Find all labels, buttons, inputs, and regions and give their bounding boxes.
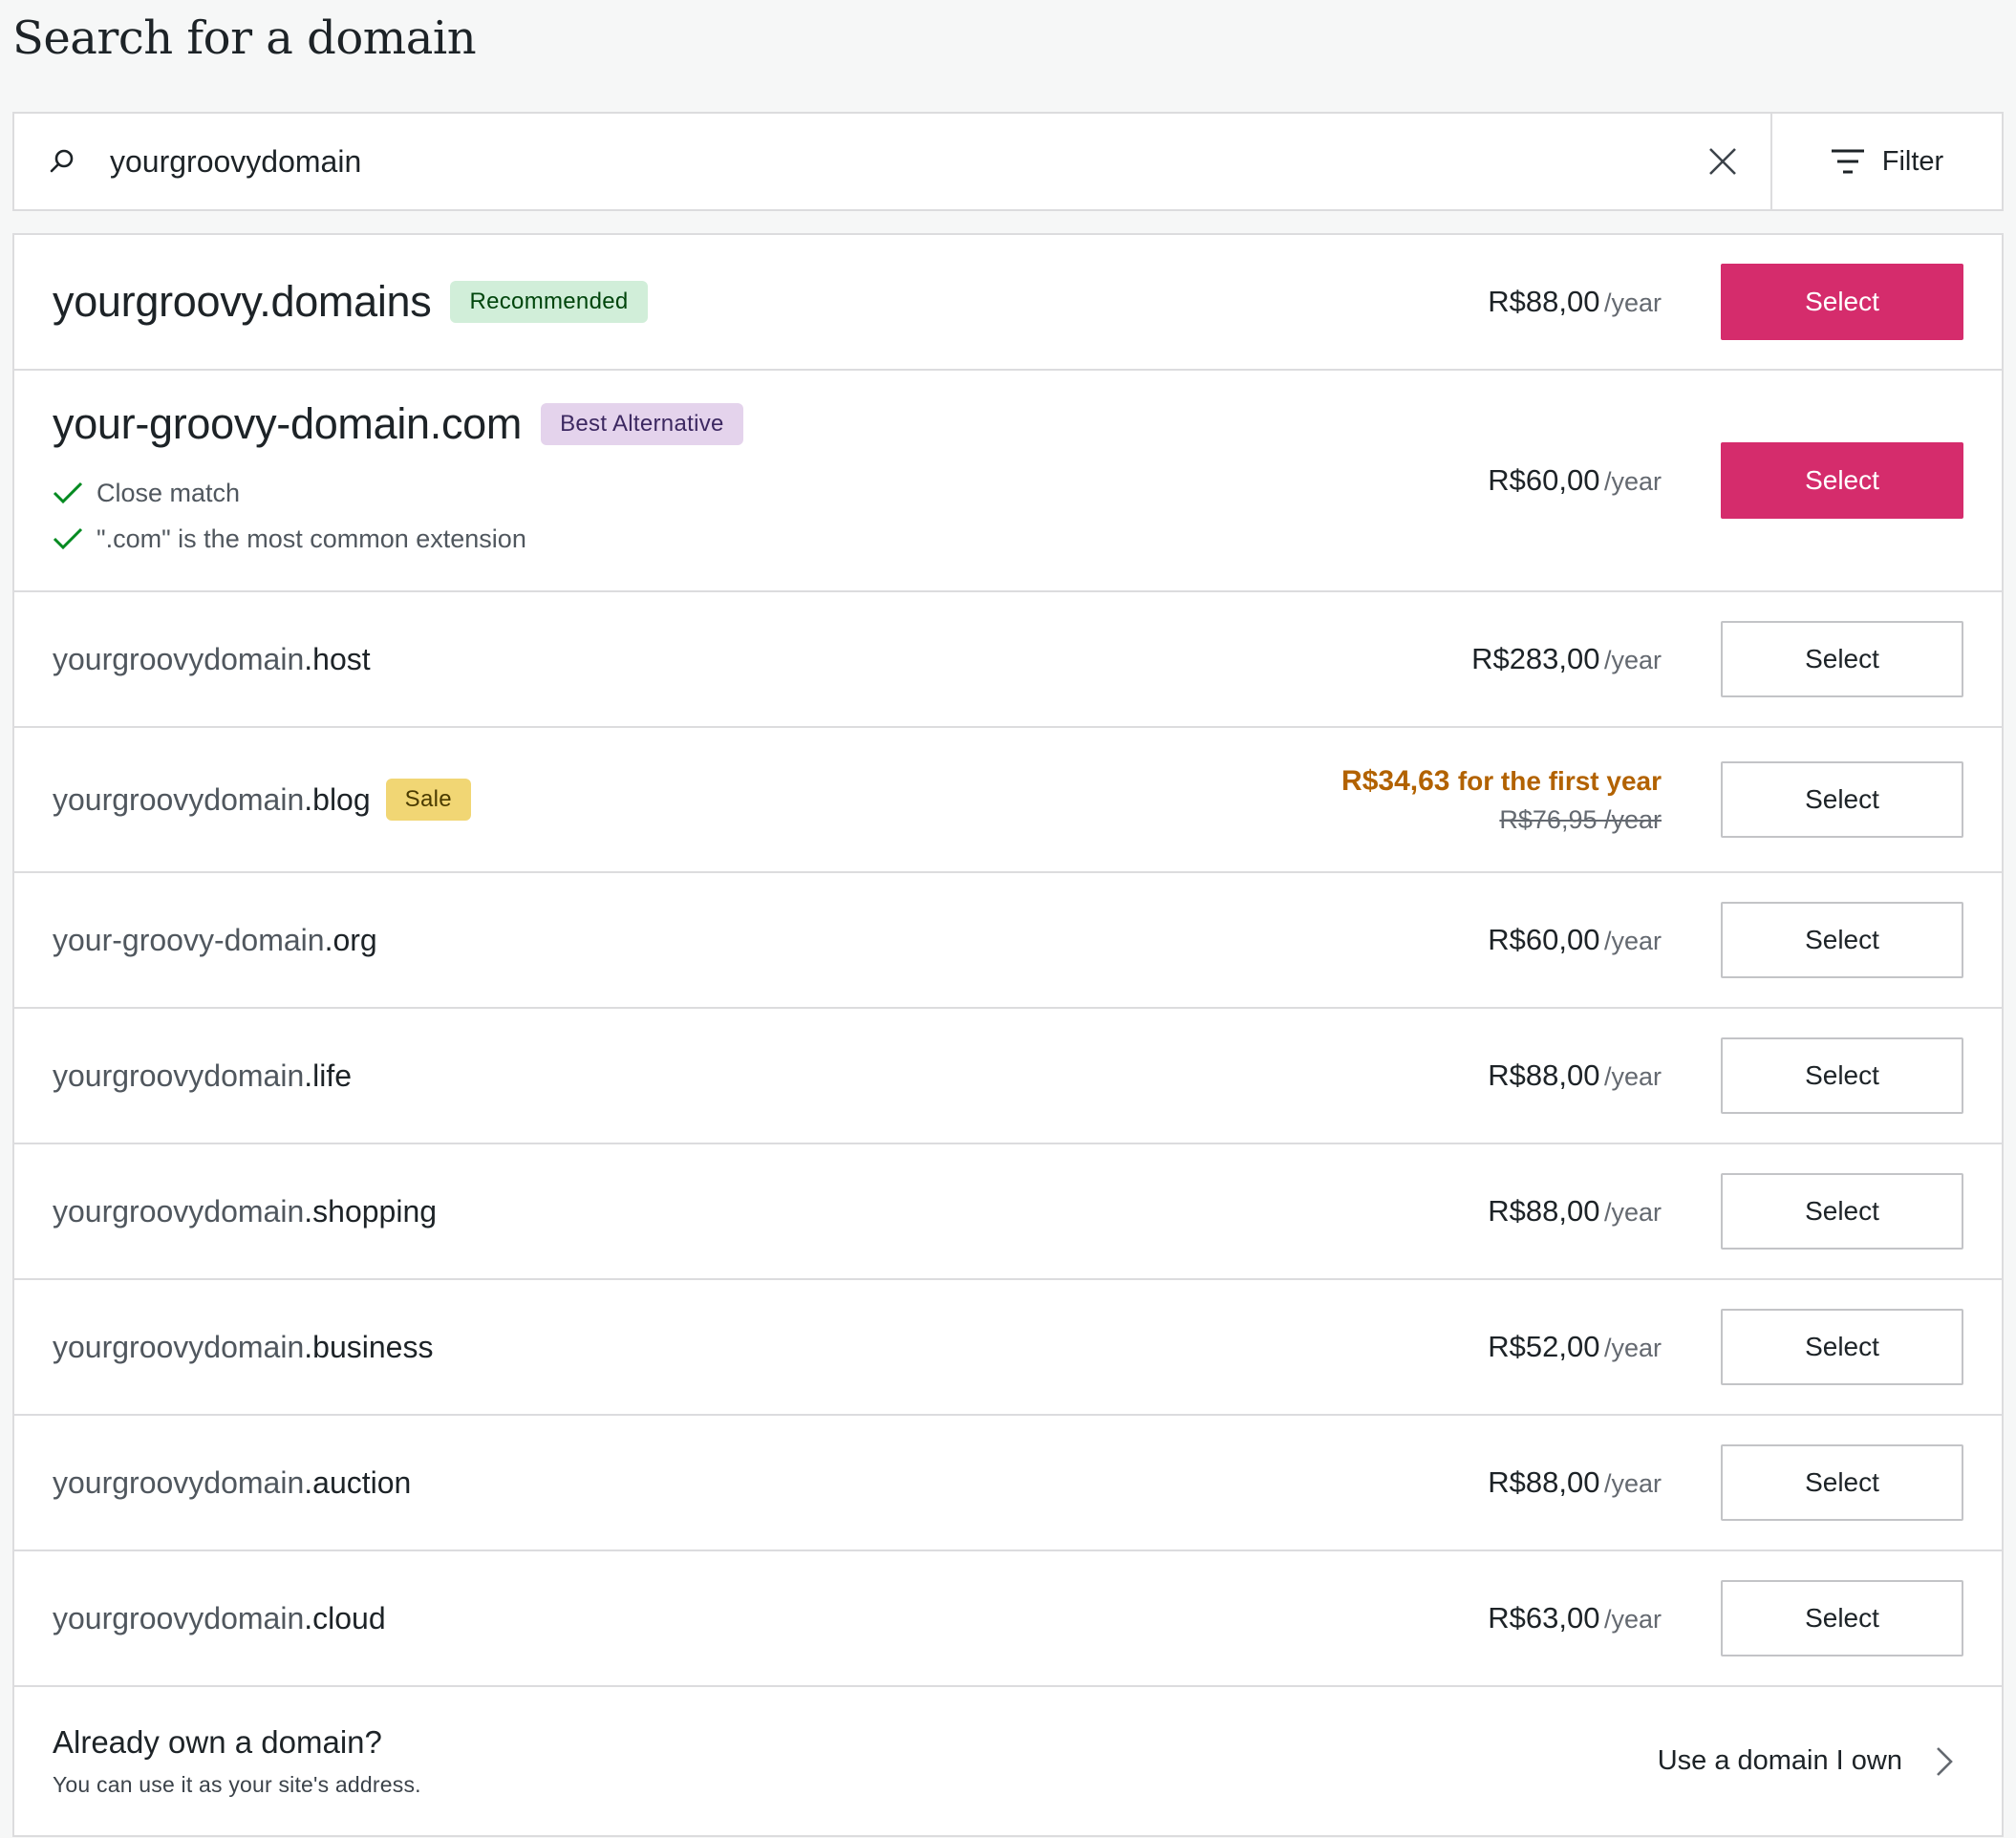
price-amount: R$52,00 — [1488, 1330, 1600, 1363]
domain-name: yourgroovydomain.life — [53, 1058, 353, 1093]
domain-row-business: yourgroovydomain.business R$52,00 /year … — [14, 1280, 2002, 1416]
domain-name: yourgroovydomain.blog — [53, 781, 371, 817]
select-button[interactable]: Select — [1721, 761, 1963, 838]
own-domain-title: Already own a domain? — [53, 1724, 382, 1760]
featured-domain-recommended: yourgroovy.domains Recommended R$88,00 /… — [14, 235, 2002, 371]
select-button[interactable]: Select — [1721, 1444, 1963, 1521]
select-button[interactable]: Select — [1721, 264, 1963, 340]
price: R$283,00 /year — [1471, 642, 1662, 676]
domain-name: yourgroovydomain.shopping — [53, 1193, 438, 1229]
domain-row-host: yourgroovydomain.host R$283,00 /year Sel… — [14, 592, 2002, 728]
price: R$88,00 /year — [1488, 1194, 1662, 1229]
filter-button[interactable]: Filter — [1770, 114, 2002, 209]
recommended-badge: Recommended — [450, 281, 648, 323]
domain-name: yourgroovydomain.business — [53, 1329, 434, 1364]
domain-name: your-groovy-domain.com — [53, 399, 523, 448]
price: R$88,00 /year — [1488, 285, 1662, 319]
price: R$63,00 /year — [1488, 1601, 1662, 1635]
search-bar: Filter — [12, 112, 2004, 211]
price-amount: R$60,00 — [1488, 463, 1600, 497]
domain-name: yourgroovydomain.cloud — [53, 1600, 386, 1635]
price: R$60,00 /year — [1488, 463, 1662, 498]
select-button[interactable]: Select — [1721, 1173, 1963, 1250]
domain-row-cloud: yourgroovydomain.cloud R$63,00 /year Sel… — [14, 1551, 2002, 1687]
price-amount: R$283,00 — [1471, 642, 1600, 675]
match-reason: ".com" is the most common extension — [53, 516, 1488, 562]
checkmark-icon — [53, 481, 83, 504]
price-amount: R$88,00 — [1488, 1058, 1600, 1092]
page-title: Search for a domain — [12, 11, 477, 65]
own-domain-row: Already own a domain? You can use it as … — [14, 1687, 2002, 1835]
clear-search-button[interactable] — [1675, 114, 1770, 209]
domain-row-org: your-groovy-domain.org R$60,00 /year Sel… — [14, 873, 2002, 1009]
select-button[interactable]: Select — [1721, 902, 1963, 978]
price-amount: R$88,00 — [1488, 285, 1600, 318]
price: R$88,00 /year — [1488, 1058, 1662, 1093]
price-amount: R$88,00 — [1488, 1194, 1600, 1228]
price-period: /year — [1603, 1062, 1662, 1091]
price-period: /year — [1603, 927, 1662, 955]
price-period: /year — [1603, 289, 1662, 317]
checkmark-icon — [53, 527, 83, 550]
search-input[interactable] — [110, 114, 1675, 209]
domain-name: yourgroovydomain.host — [53, 641, 371, 676]
close-icon — [1709, 148, 1736, 175]
price: R$60,00 /year — [1488, 923, 1662, 957]
sale-price: R$34,63 for the first year — [1341, 764, 1662, 797]
chevron-right-icon — [1937, 1746, 1953, 1776]
select-button[interactable]: Select — [1721, 621, 1963, 697]
domain-row-blog: yourgroovydomain.blog Sale R$34,63 for t… — [14, 728, 2002, 873]
filter-label: Filter — [1881, 145, 1944, 177]
own-domain-subtitle: You can use it as your site's address. — [53, 1772, 421, 1797]
best-alternative-badge: Best Alternative — [541, 403, 743, 445]
match-reason-text: Close match — [97, 478, 241, 507]
domain-name: yourgroovy.domains — [53, 277, 432, 326]
price: R$88,00 /year — [1488, 1465, 1662, 1500]
original-price: R$76,95 /year — [1499, 804, 1662, 834]
price-period: /year — [1603, 467, 1662, 496]
use-domain-label: Use a domain I own — [1657, 1745, 1902, 1776]
price: R$34,63 for the first year R$76,95 /year — [1341, 765, 1662, 835]
domain-row-auction: yourgroovydomain.auction R$88,00 /year S… — [14, 1416, 2002, 1551]
featured-domain-best-alternative: your-groovy-domain.com Best Alternative … — [14, 371, 2002, 592]
match-reason-text: ".com" is the most common extension — [97, 524, 526, 553]
match-reason: Close match — [53, 470, 1488, 516]
domain-results-list: yourgroovy.domains Recommended R$88,00 /… — [12, 233, 2004, 1837]
domain-row-shopping: yourgroovydomain.shopping R$88,00 /year … — [14, 1144, 2002, 1280]
sale-badge: Sale — [385, 779, 471, 821]
domain-name: your-groovy-domain.org — [53, 922, 377, 957]
price-period: /year — [1603, 1605, 1662, 1634]
select-button[interactable]: Select — [1721, 1580, 1963, 1656]
select-button[interactable]: Select — [1721, 1309, 1963, 1385]
price-period: /year — [1603, 646, 1662, 674]
domain-name: yourgroovydomain.auction — [53, 1464, 412, 1500]
use-domain-i-own-link[interactable]: Use a domain I own — [1658, 1745, 1954, 1777]
price: R$52,00 /year — [1488, 1330, 1662, 1364]
price-amount: R$88,00 — [1488, 1465, 1600, 1499]
price-period: /year — [1603, 1469, 1662, 1498]
price-amount: R$63,00 — [1488, 1601, 1600, 1635]
select-button[interactable]: Select — [1721, 442, 1963, 519]
price-amount: R$60,00 — [1488, 923, 1600, 956]
match-reasons: Close match ".com" is the most common ex… — [53, 470, 1488, 562]
select-button[interactable]: Select — [1721, 1037, 1963, 1114]
price-period: /year — [1603, 1334, 1662, 1362]
filter-icon — [1831, 149, 1864, 174]
domain-row-life: yourgroovydomain.life R$88,00 /year Sele… — [14, 1009, 2002, 1144]
price-period: /year — [1603, 1198, 1662, 1227]
search-icon — [14, 114, 110, 209]
